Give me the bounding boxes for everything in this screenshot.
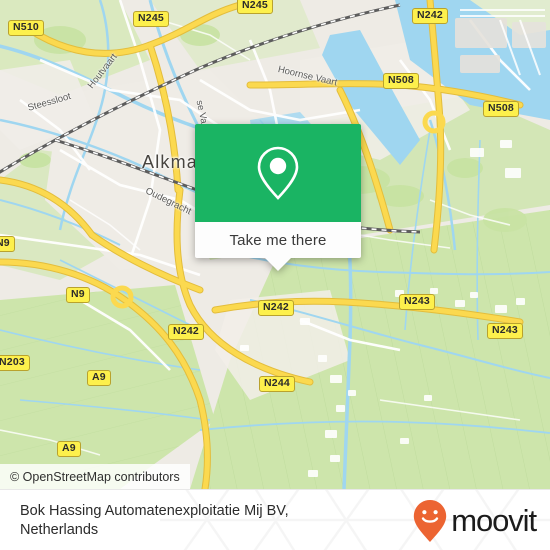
moovit-wordmark: moovit xyxy=(451,503,537,538)
road-shield[interactable]: N243 xyxy=(487,323,523,339)
road-shield[interactable]: N203 xyxy=(0,355,30,371)
place-popup-card[interactable]: Take me there xyxy=(195,124,361,271)
map-viewport[interactable]: Alkmaar Houtvaart Steessloot Hoornse Vaa… xyxy=(0,0,550,489)
road-shield[interactable]: N243 xyxy=(399,294,435,310)
moovit-place-map-screenshot: Alkmaar Houtvaart Steessloot Hoornse Vaa… xyxy=(0,0,550,550)
attribution-text: © OpenStreetMap contributors xyxy=(10,469,180,484)
road-shield[interactable]: N508 xyxy=(383,73,419,89)
road-shield[interactable]: A9 xyxy=(87,370,111,386)
road-shield[interactable]: N9 xyxy=(66,287,90,303)
road-shield[interactable]: N508 xyxy=(483,101,519,117)
road-shield[interactable]: A9 xyxy=(57,441,81,457)
moovit-pin-smiley-icon xyxy=(414,499,447,542)
moovit-logo[interactable]: moovit xyxy=(412,499,537,543)
map-pin-icon xyxy=(257,146,299,200)
place-title: Bok Hassing Automatenexploitatie Mij BV,… xyxy=(20,502,289,538)
map-attribution[interactable]: © OpenStreetMap contributors xyxy=(0,464,190,489)
take-me-there-label: Take me there xyxy=(229,231,327,249)
road-shield[interactable]: N242 xyxy=(168,324,204,340)
take-me-there-button[interactable]: Take me there xyxy=(195,222,361,258)
road-shield[interactable]: N9 xyxy=(0,236,15,252)
road-shield[interactable]: N510 xyxy=(8,20,44,36)
road-shield[interactable]: N245 xyxy=(133,11,169,27)
road-shield[interactable]: N244 xyxy=(259,376,295,392)
road-shield[interactable]: N242 xyxy=(258,300,294,316)
popup-pointer xyxy=(265,258,291,271)
footer-bar: Bok Hassing Automatenexploitatie Mij BV,… xyxy=(0,489,550,550)
road-shield[interactable]: N245 xyxy=(237,0,273,14)
road-shield[interactable]: N242 xyxy=(412,8,448,24)
popup-header xyxy=(195,124,361,222)
